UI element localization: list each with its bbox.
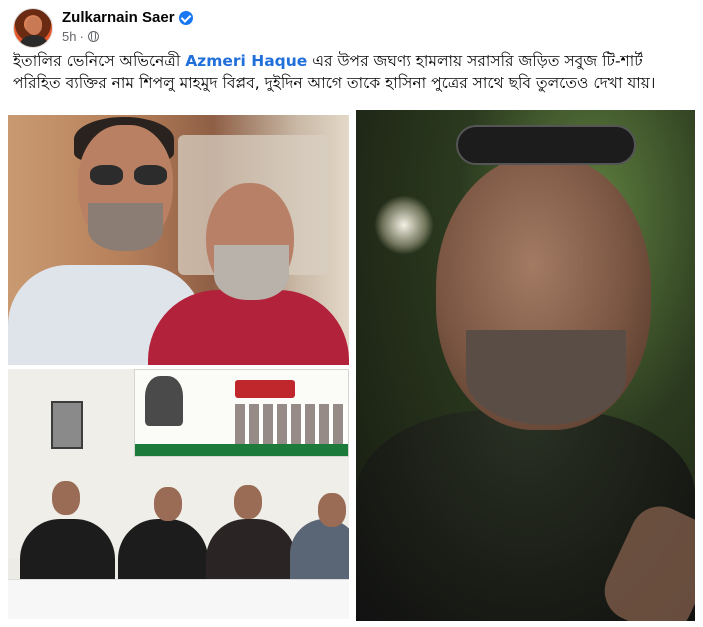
event-banner bbox=[134, 369, 349, 457]
verified-badge-icon bbox=[178, 10, 193, 25]
meta-separator: · bbox=[79, 29, 84, 44]
globe-icon[interactable] bbox=[87, 31, 99, 42]
wall-portrait bbox=[51, 401, 83, 449]
tagged-profile-link[interactable]: Azmeri Haque bbox=[185, 52, 307, 70]
author-name[interactable]: Zulkarnain Saer bbox=[62, 9, 175, 26]
photo-closeup[interactable] bbox=[356, 110, 695, 621]
author-avatar[interactable] bbox=[13, 8, 53, 48]
post-body-text: ইতালির ভেনিসে অভিনেত্রী Azmeri Haque এর … bbox=[13, 50, 693, 94]
post-header: Zulkarnain Saer 5h · bbox=[13, 7, 693, 49]
photo-selfie[interactable] bbox=[8, 115, 349, 365]
post-timestamp[interactable]: 5h bbox=[62, 29, 76, 44]
photo-event[interactable] bbox=[8, 369, 349, 619]
post-meta: 5h · bbox=[62, 29, 99, 44]
author-row: Zulkarnain Saer bbox=[62, 9, 193, 26]
post-text-part1: ইতালির ভেনিসে অভিনেত্রী bbox=[13, 52, 186, 70]
